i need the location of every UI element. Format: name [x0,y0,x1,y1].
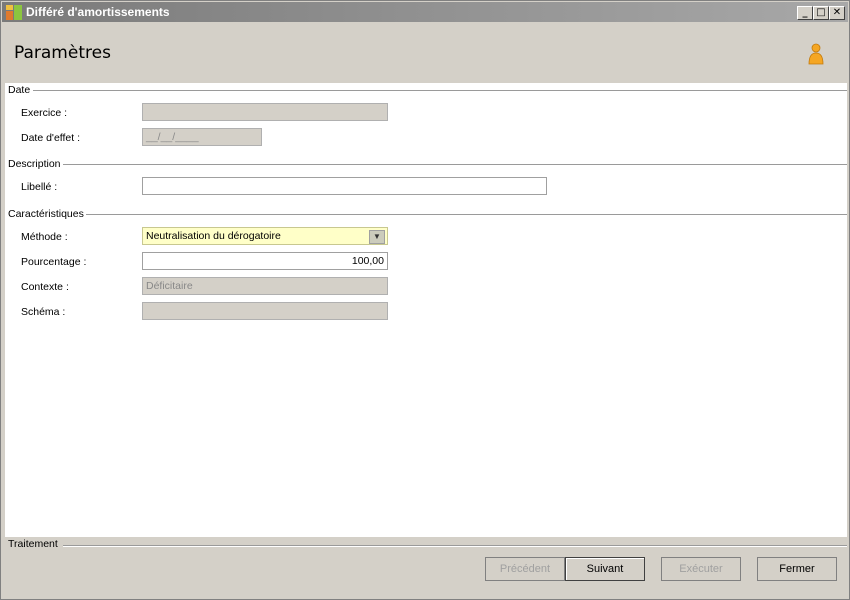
section-title-date: Date [8,84,33,96]
exercice-field[interactable] [142,103,388,121]
user-icon[interactable] [807,43,825,65]
date-effet-label: Date d'effet : [21,132,81,144]
section-divider [33,90,847,91]
chevron-down-icon[interactable]: ▼ [369,230,385,244]
section-divider [63,545,847,547]
section-title-description: Description [8,158,63,170]
contexte-label: Contexte : [21,281,69,293]
section-divider [63,164,847,165]
fermer-button[interactable]: Fermer [757,557,837,581]
window: Différé d'amortissements _ □ ✕ Paramètre… [0,0,850,600]
section-divider [85,214,847,215]
app-logo-icon [6,5,22,21]
form-content: Date Exercice : Date d'effet : __/__/___… [5,83,847,537]
suivant-button[interactable]: Suivant [565,557,645,581]
page-title: Paramètres [14,43,111,63]
methode-value: Neutralisation du dérogatoire [146,230,281,242]
exercice-label: Exercice : [21,107,68,119]
libelle-input[interactable] [142,177,547,195]
methode-label: Méthode : [21,231,68,243]
contexte-field[interactable]: Déficitaire [142,277,388,295]
window-title: Différé d'amortissements [26,5,170,19]
close-button[interactable]: ✕ [829,6,845,20]
title-bar[interactable]: Différé d'amortissements _ □ ✕ [2,2,848,22]
section-title-traitement: Traitement [8,538,60,550]
date-effet-field[interactable]: __/__/____ [142,128,262,146]
pourcentage-input[interactable]: 100,00 [142,252,388,270]
minimize-button[interactable]: _ [797,6,813,20]
precedent-button[interactable]: Précédent [485,557,565,581]
methode-select[interactable]: Neutralisation du dérogatoire ▼ [142,227,388,245]
section-title-caracteristiques: Caractéristiques [8,208,86,220]
executer-button[interactable]: Exécuter [661,557,741,581]
libelle-label: Libellé : [21,181,58,193]
schema-label: Schéma : [21,306,66,318]
maximize-button[interactable]: □ [813,6,829,20]
footer: Traitement Précédent Suivant Exécuter Fe… [5,537,847,597]
header: Paramètres [2,23,848,83]
schema-field[interactable] [142,302,388,320]
pourcentage-label: Pourcentage : [21,256,87,268]
